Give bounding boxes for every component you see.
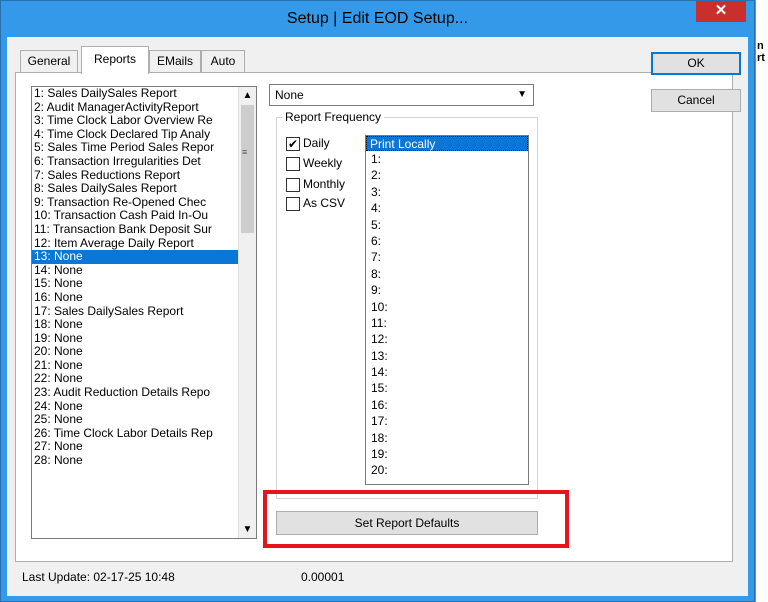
print-locally-item[interactable]: Print Locally [366, 136, 528, 151]
report-list-item[interactable]: 6: Transaction Irregularities Det [32, 155, 238, 169]
print-list-item[interactable]: 3: [366, 184, 528, 200]
report-list-item[interactable]: 8: Sales DailySales Report [32, 182, 238, 196]
reports-scrollbar[interactable]: ▲ ≡ ▼ [238, 87, 256, 538]
scroll-grip-icon: ≡ [242, 147, 248, 157]
ok-button[interactable]: OK [651, 52, 741, 75]
close-button[interactable]: ✕ [696, 1, 746, 22]
close-icon: ✕ [714, 2, 728, 19]
tab-auto-label: Auto [210, 54, 236, 68]
print-list-item[interactable]: 7: [366, 249, 528, 265]
checkbox-weekly-box[interactable] [286, 157, 300, 171]
print-list-item[interactable]: 5: [366, 217, 528, 233]
report-list-item[interactable]: 17: Sales DailySales Report [32, 305, 238, 319]
check-icon: ✔ [287, 137, 299, 151]
report-list-item[interactable]: 27: None [32, 440, 238, 454]
report-list-item[interactable]: 18: None [32, 318, 238, 332]
report-list-item[interactable]: 14: None [32, 264, 238, 278]
report-list-item[interactable]: 21: None [32, 359, 238, 373]
print-list-item[interactable]: 16: [366, 397, 528, 413]
report-list-item[interactable]: 9: Transaction Re-Opened Chec [32, 196, 238, 210]
report-frequency-label: Report Frequency [282, 110, 385, 124]
cancel-button[interactable]: Cancel [651, 89, 741, 112]
report-list-item[interactable]: 3: Time Clock Labor Overview Re [32, 114, 238, 128]
print-list-item[interactable]: 10: [366, 299, 528, 315]
tab-emails[interactable]: EMails [149, 50, 201, 73]
report-list-item[interactable]: 28: None [32, 454, 238, 468]
tab-reports[interactable]: Reports [81, 46, 149, 74]
print-list-item[interactable]: 12: [366, 331, 528, 347]
print-list-item[interactable]: 4: [366, 200, 528, 216]
report-list-item[interactable]: 23: Audit Reduction Details Repo [32, 386, 238, 400]
checkbox-monthly-label: Monthly [303, 177, 346, 191]
print-list-item[interactable]: 17: [366, 413, 528, 429]
tab-general-label: General [27, 54, 71, 68]
highlight-annotation-box [263, 490, 569, 548]
checkbox-monthly-box[interactable] [286, 178, 300, 192]
print-list-item[interactable]: 19: [366, 446, 528, 462]
last-update-text: Last Update: 02-17-25 10:48 [22, 570, 175, 584]
print-list-item[interactable]: 15: [366, 380, 528, 396]
status-value: 0.00001 [301, 570, 345, 584]
print-destination-list[interactable]: Print Locally 1: 2: 3: 4: 5: 6: 7: 8: 9: 10: 11: 12… [365, 135, 529, 485]
report-list-item[interactable]: 7: Sales Reductions Report [32, 169, 238, 183]
print-list-item[interactable]: 13: [366, 348, 528, 364]
print-list-item[interactable]: 2: [366, 167, 528, 183]
print-list-item[interactable]: 11: [366, 315, 528, 331]
print-list-item[interactable]: 9: [366, 282, 528, 298]
report-list-item[interactable]: 16: None [32, 291, 238, 305]
report-list-item[interactable]: 19: None [32, 332, 238, 346]
report-list-item[interactable]: 11: Transaction Bank Deposit Sur [32, 223, 238, 237]
report-list-item[interactable]: 2: Audit ManagerActivityReport [32, 101, 238, 115]
scroll-thumb[interactable] [241, 105, 254, 233]
checkbox-daily-box[interactable]: ✔ [286, 137, 300, 151]
report-type-value: None [275, 88, 304, 102]
report-list-item[interactable]: 22: None [32, 372, 238, 386]
report-list-item[interactable]: 26: Time Clock Labor Details Rep [32, 427, 238, 441]
reports-list-items: 1: Sales DailySales Report 2: Audit Manag… [32, 87, 238, 468]
scroll-down-icon[interactable]: ▼ [239, 521, 256, 538]
scroll-up-icon[interactable]: ▲ [239, 87, 256, 104]
background-text-2: rt [757, 52, 765, 64]
report-list-item[interactable]: 1: Sales DailySales Report [32, 87, 238, 101]
print-list-item[interactable]: 8: [366, 266, 528, 282]
background-text-1: n [757, 40, 764, 52]
report-list-item[interactable]: 13: None [32, 250, 238, 264]
print-list-item[interactable]: 6: [366, 233, 528, 249]
print-list-items: 1: 2: 3: 4: 5: 6: 7: 8: 9: 10: 11: 12: 13: 14: 15: 16: 1… [366, 151, 528, 479]
report-list-item[interactable]: 24: None [32, 400, 238, 414]
report-list-item[interactable]: 25: None [32, 413, 238, 427]
background-window: n rt [755, 0, 768, 602]
title-bar[interactable]: Setup | Edit EOD Setup... ✕ [1, 1, 754, 37]
checkbox-as-csv-box[interactable] [286, 197, 300, 211]
print-list-item[interactable]: 18: [366, 430, 528, 446]
print-list-item[interactable]: 1: [366, 151, 528, 167]
report-list-item[interactable]: 12: Item Average Daily Report [32, 237, 238, 251]
checkbox-daily-label: Daily [303, 136, 330, 150]
report-type-dropdown[interactable]: None ▼ [269, 84, 534, 106]
checkbox-weekly-label: Weekly [303, 156, 343, 170]
report-list-item[interactable]: 15: None [32, 277, 238, 291]
chevron-down-icon: ▼ [517, 89, 527, 100]
window-title: Setup | Edit EOD Setup... [286, 10, 469, 27]
report-list-item[interactable]: 4: Time Clock Declared Tip Analy [32, 128, 238, 142]
reports-listbox[interactable]: 1: Sales DailySales Report 2: Audit Manag… [31, 86, 257, 539]
tab-auto[interactable]: Auto [201, 50, 245, 73]
tab-emails-label: EMails [156, 54, 193, 68]
report-list-item[interactable]: 20: None [32, 345, 238, 359]
print-list-item[interactable]: 20: [366, 462, 528, 478]
tab-reports-label: Reports [93, 52, 137, 66]
print-list-item[interactable]: 14: [366, 364, 528, 380]
tab-general[interactable]: General [20, 50, 78, 73]
checkbox-as-csv-label: As CSV [303, 196, 346, 210]
report-list-item[interactable]: 10: Transaction Cash Paid In-Ou [32, 209, 238, 223]
report-list-item[interactable]: 5: Sales Time Period Sales Repor [32, 141, 238, 155]
